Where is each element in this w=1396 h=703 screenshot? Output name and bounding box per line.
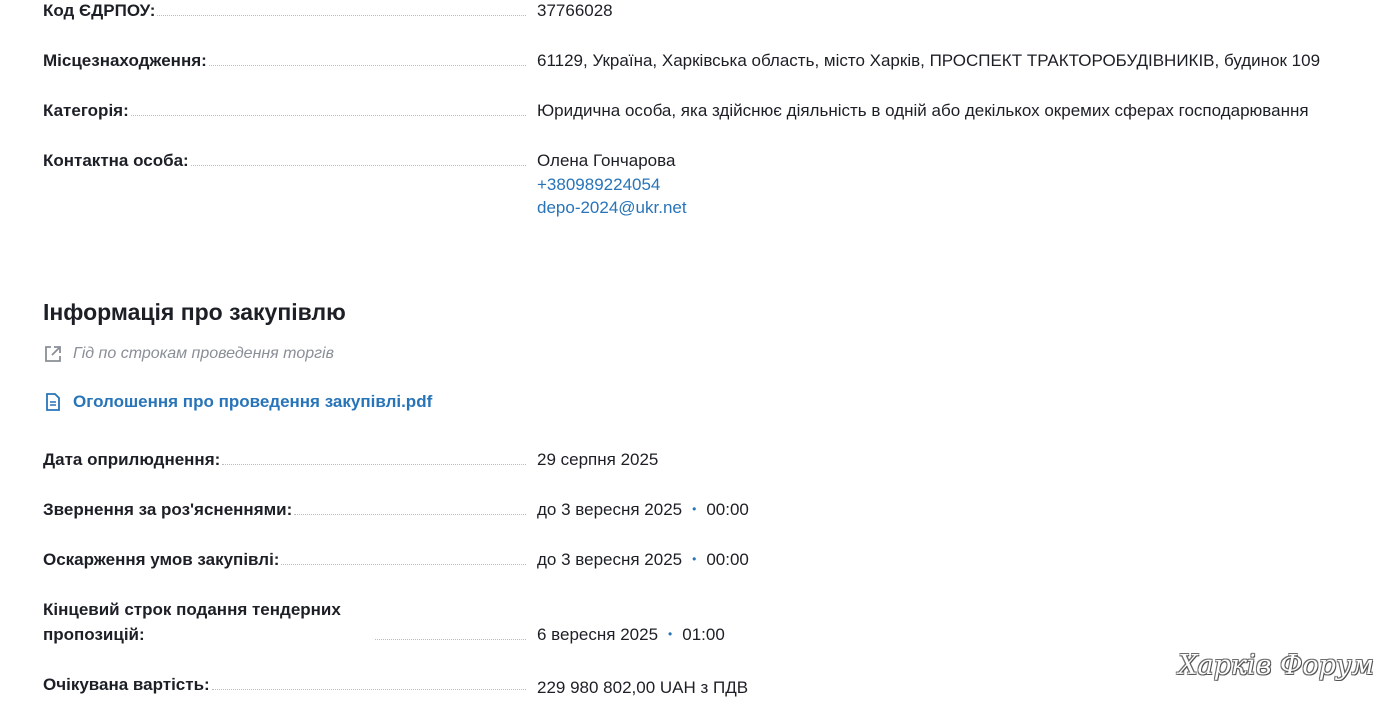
separator-dot: • [692, 552, 697, 566]
clarifications-time: 00:00 [706, 500, 749, 519]
edrpou-label: Код ЄДРПОУ: [43, 0, 158, 23]
dotted-leader [130, 115, 526, 116]
watermark-logo: Харків Форум [1178, 650, 1374, 681]
published-label: Дата оприлюднення: [43, 447, 223, 472]
procurement-section-title: Інформація про закупівлю [43, 299, 346, 325]
contact-label: Контактна особа: [43, 148, 191, 173]
contact-phone-link[interactable]: +380989224054 [537, 172, 660, 197]
category-label: Категорія: [43, 98, 131, 123]
dotted-leader [208, 65, 526, 66]
clarifications-date: до 3 вересня 2025 [537, 500, 683, 519]
expected-value-amount: 229 980 802,00 UAH з ПДВ [537, 678, 749, 697]
guide-link-text: Гід по строкам проведення торгів [73, 345, 334, 362]
separator-dot: • [692, 502, 697, 516]
dotted-leader [222, 464, 526, 465]
dotted-leader [157, 15, 526, 16]
document-link-text: Оголошення про проведення закупівлі.pdf [73, 392, 433, 411]
clarifications-label: Звернення за роз'ясненнями: [43, 497, 295, 522]
dotted-leader [190, 165, 526, 166]
contact-row: Контактна особа: Олена Гончарова +380989… [43, 148, 1383, 217]
edrpou-value: 37766028 [537, 1, 613, 20]
deadline-row: Кінцевий строк подання тендерних пропози… [43, 597, 1383, 647]
document-icon [43, 392, 63, 412]
appeals-label: Оскарження умов закупівлі: [43, 547, 282, 572]
location-row: Місцезнаходження: 61129, Україна, Харків… [43, 48, 1383, 73]
location-value: 61129, Україна, Харківська область, міст… [537, 51, 1321, 70]
contact-name: Олена Гончарова [537, 151, 676, 170]
document-link[interactable]: Оголошення про проведення закупівлі.pdf [43, 392, 432, 412]
appeals-date: до 3 вересня 2025 [537, 550, 683, 569]
expected-value-label: Очікувана вартість: [43, 672, 212, 697]
deadline-date: 6 вересня 2025 [537, 625, 659, 644]
deadline-label: Кінцевий строк подання тендерних пропози… [43, 597, 375, 647]
dotted-leader [281, 564, 526, 565]
clarifications-value: до 3 вересня 2025 • 00:00 [537, 497, 749, 524]
category-value: Юридична особа, яка здійснює діяльність … [537, 101, 1309, 120]
guide-link[interactable]: Гід по строкам проведення торгів [43, 344, 334, 364]
location-label: Місцезнаходження: [43, 48, 209, 73]
separator-dot: • [668, 627, 673, 641]
published-value: 29 серпня 2025 [537, 450, 659, 469]
published-row: Дата оприлюднення: 29 серпня 2025 [43, 447, 1383, 472]
clarifications-row: Звернення за роз'ясненнями: до 3 вересня… [43, 497, 1383, 522]
contact-email-link[interactable]: depo-2024@ukr.net [537, 195, 687, 220]
external-link-icon [43, 344, 63, 364]
deadline-time: 01:00 [682, 625, 725, 644]
appeals-value: до 3 вересня 2025 • 00:00 [537, 547, 749, 574]
deadline-value: 6 вересня 2025 • 01:00 [537, 622, 725, 649]
dotted-leader [375, 639, 526, 640]
edrpou-row: Код ЄДРПОУ: 37766028 [43, 0, 1383, 23]
appeals-row: Оскарження умов закупівлі: до 3 вересня … [43, 547, 1383, 572]
category-row: Категорія: Юридична особа, яка здійснює … [43, 98, 1383, 123]
dotted-leader [211, 689, 526, 690]
appeals-time: 00:00 [706, 550, 749, 569]
dotted-leader [294, 514, 526, 515]
